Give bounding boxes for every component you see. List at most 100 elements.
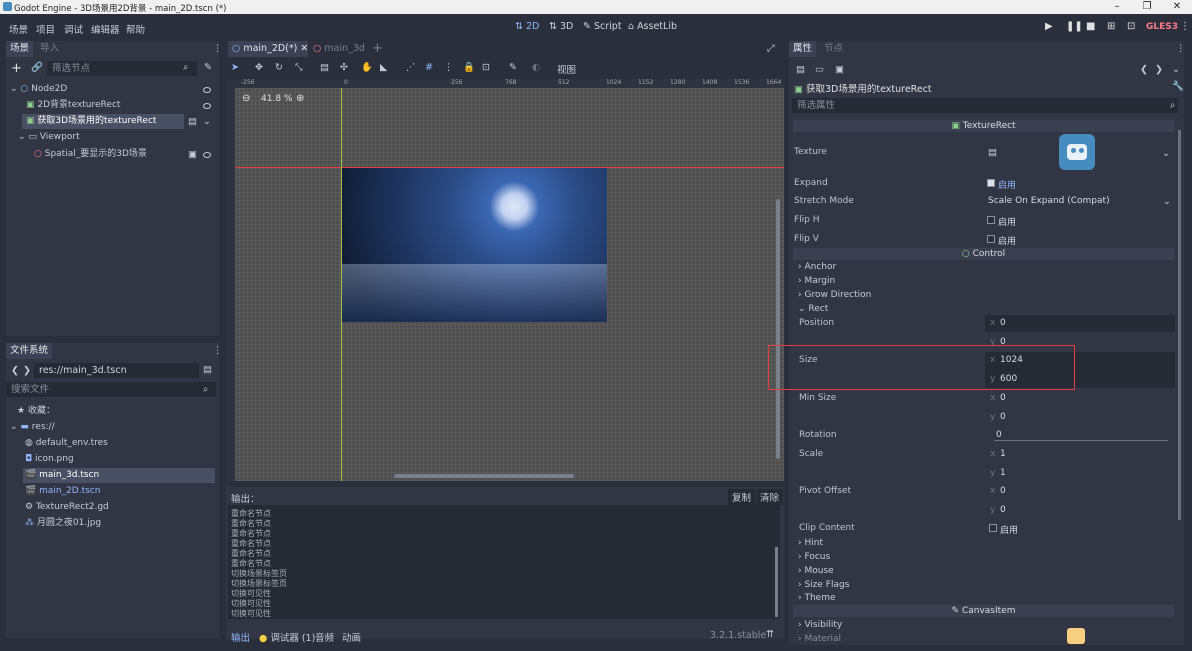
- snap-options-icon[interactable]: ⋮: [444, 62, 454, 73]
- inspected-node[interactable]: ▣ 获取3D场景用的textureRect: [794, 81, 932, 95]
- position-x-input[interactable]: 0: [1000, 318, 1006, 328]
- grid-snap-icon[interactable]: #: [425, 62, 433, 73]
- menu-debug[interactable]: 调试: [64, 22, 83, 36]
- group-anchor[interactable]: › Anchor: [798, 262, 836, 272]
- vertical-scrollbar[interactable]: [776, 199, 780, 459]
- rotation-slider[interactable]: [994, 440, 1168, 441]
- file-main-2d[interactable]: 🎬 main_2D.tscn: [25, 484, 100, 499]
- tree-node-viewport[interactable]: ⌄ ▭ Viewport: [18, 130, 80, 145]
- godot-icon-texture[interactable]: [1059, 134, 1095, 170]
- file-icon-png[interactable]: ◘ icon.png: [25, 452, 74, 467]
- flipv-value[interactable]: 启用: [998, 234, 1016, 247]
- group-size-flags[interactable]: › Size Flags: [798, 580, 849, 590]
- pause-icon[interactable]: ❚❚: [1066, 21, 1083, 32]
- zoom-level[interactable]: 41.8 %: [261, 94, 292, 104]
- clip-checkbox[interactable]: [989, 524, 997, 532]
- link-icon[interactable]: 🔗: [31, 62, 43, 73]
- add-node-icon[interactable]: +: [11, 61, 22, 76]
- group-visibility[interactable]: › Visibility: [798, 620, 842, 630]
- group-margin[interactable]: › Margin: [798, 276, 835, 286]
- open-resource-icon[interactable]: ▭: [815, 64, 824, 75]
- forward-icon[interactable]: ❯: [23, 365, 31, 376]
- more-icon[interactable]: ⋮: [1180, 21, 1190, 32]
- visibility-eye-icon[interactable]: [203, 103, 211, 109]
- lock-icon[interactable]: 🔒: [463, 62, 475, 73]
- bottom-tab-animation[interactable]: 动画: [342, 630, 361, 644]
- file-default-env[interactable]: ◍ default_env.tres: [25, 436, 108, 451]
- pivot-y-input[interactable]: 0: [1000, 505, 1006, 515]
- skeleton-icon[interactable]: ✎: [509, 62, 517, 73]
- menu-project[interactable]: 项目: [36, 22, 55, 36]
- zoom-in-icon[interactable]: ⊕: [296, 93, 304, 104]
- renderer-label[interactable]: GLES3: [1146, 22, 1178, 32]
- scale-tool-icon[interactable]: ⤡: [295, 62, 303, 73]
- file-moon-jpg[interactable]: ⁂ 月圆之夜01.jpg: [25, 516, 101, 531]
- visibility-eye-icon[interactable]: [203, 87, 211, 93]
- mode-2d[interactable]: ⇅ 2D: [515, 21, 539, 32]
- output-scrollbar[interactable]: [775, 547, 778, 617]
- scale-x-input[interactable]: 1: [1000, 449, 1006, 459]
- move-tool-icon[interactable]: ✥: [255, 62, 263, 73]
- tree-node-bg-texturerect[interactable]: ▣ 2D背景textureRect: [26, 98, 120, 113]
- panel-menu-icon[interactable]: ⋮: [213, 43, 223, 54]
- mode-3d[interactable]: ⇅ 3D: [549, 21, 573, 32]
- property-filter-input[interactable]: 筛选属性: [792, 98, 1178, 113]
- split-view-icon[interactable]: ▤: [203, 364, 212, 375]
- object-tools-icon[interactable]: 🔧: [1172, 81, 1184, 92]
- history-back-icon[interactable]: ❮: [1140, 64, 1148, 75]
- panel-menu-icon[interactable]: ⋮: [1176, 43, 1186, 54]
- visibility-toggle-icon[interactable]: ⌄: [203, 116, 211, 127]
- fliph-checkbox[interactable]: [987, 216, 995, 224]
- group-hint[interactable]: › Hint: [798, 538, 823, 548]
- group-rect[interactable]: ⌄ Rect: [798, 304, 828, 314]
- texture-script-icon[interactable]: ▤: [988, 147, 997, 158]
- stretch-dropdown-icon[interactable]: ⌄: [1163, 196, 1171, 207]
- horizontal-scrollbar[interactable]: [394, 474, 574, 478]
- pivot-x-input[interactable]: 0: [1000, 486, 1006, 496]
- history-list-icon[interactable]: ⌄: [1172, 64, 1180, 75]
- zoom-out-icon[interactable]: ⊖: [242, 93, 250, 104]
- group-grow-direction[interactable]: › Grow Direction: [798, 290, 871, 300]
- copy-button[interactable]: 复制: [728, 489, 756, 505]
- new-tab-icon[interactable]: +: [372, 41, 383, 56]
- restore-icon[interactable]: ❐: [1132, 0, 1162, 14]
- rotation-input[interactable]: 0: [996, 430, 1002, 440]
- history-forward-icon[interactable]: ❯: [1155, 64, 1163, 75]
- save-resource-icon[interactable]: ▣: [835, 64, 844, 75]
- texture-dropdown-icon[interactable]: ⌄: [1162, 148, 1170, 159]
- play-custom-icon[interactable]: ⊡: [1127, 21, 1135, 32]
- section-texturerect[interactable]: ▣ TextureRect: [793, 120, 1174, 132]
- expand-value[interactable]: 启用: [998, 178, 1016, 191]
- rotate-tool-icon[interactable]: ↻: [275, 62, 283, 73]
- new-resource-icon[interactable]: ▤: [796, 64, 805, 75]
- select-tool-icon[interactable]: ➤: [231, 62, 239, 73]
- script-attached-icon[interactable]: ▤: [188, 116, 197, 127]
- distraction-free-icon[interactable]: ⤢: [767, 43, 775, 54]
- minsize-x-input[interactable]: 0: [1000, 393, 1006, 403]
- section-control[interactable]: ○ Control: [793, 248, 1174, 260]
- tree-node-spatial[interactable]: ○ Spatial_要显示的3D场景: [34, 147, 147, 162]
- menu-help[interactable]: 帮助: [126, 22, 145, 36]
- tree-node-node2d[interactable]: ⌄ ○ Node2D: [10, 82, 67, 97]
- favorites-item[interactable]: ★ 收藏：: [17, 404, 55, 419]
- minimize-icon[interactable]: –: [1102, 0, 1132, 14]
- canvas-viewport[interactable]: -256 0 256 512 768 1024 1152 1280 1408 1…: [226, 79, 784, 481]
- tab-node[interactable]: 节点: [820, 41, 847, 57]
- play-scene-icon[interactable]: ⊞: [1107, 21, 1115, 32]
- bottom-tab-debugger[interactable]: ● 调试器 (1): [259, 630, 315, 644]
- bottom-tab-output[interactable]: 输出: [231, 630, 250, 644]
- stop-icon[interactable]: ■: [1086, 21, 1095, 32]
- expand-panel-icon[interactable]: ⇈: [766, 629, 774, 640]
- list-select-icon[interactable]: ▤: [320, 62, 329, 73]
- flipv-checkbox[interactable]: [987, 235, 995, 243]
- mode-script[interactable]: ✎ Script: [583, 21, 622, 32]
- tree-node-get3d-texturerect[interactable]: ▣ 获取3D场景用的textureRect: [22, 114, 184, 129]
- inspector-scrollbar[interactable]: [1178, 130, 1181, 520]
- scale-y-input[interactable]: 1: [1000, 468, 1006, 478]
- group-mouse[interactable]: › Mouse: [798, 566, 834, 576]
- minsize-y-input[interactable]: 0: [1000, 412, 1006, 422]
- section-canvasitem[interactable]: ✎ CanvasItem: [793, 605, 1174, 617]
- menu-editor[interactable]: 编辑器: [91, 22, 120, 36]
- file-search-input[interactable]: 搜索文件: [6, 382, 216, 397]
- view-menu[interactable]: 视图: [557, 62, 576, 76]
